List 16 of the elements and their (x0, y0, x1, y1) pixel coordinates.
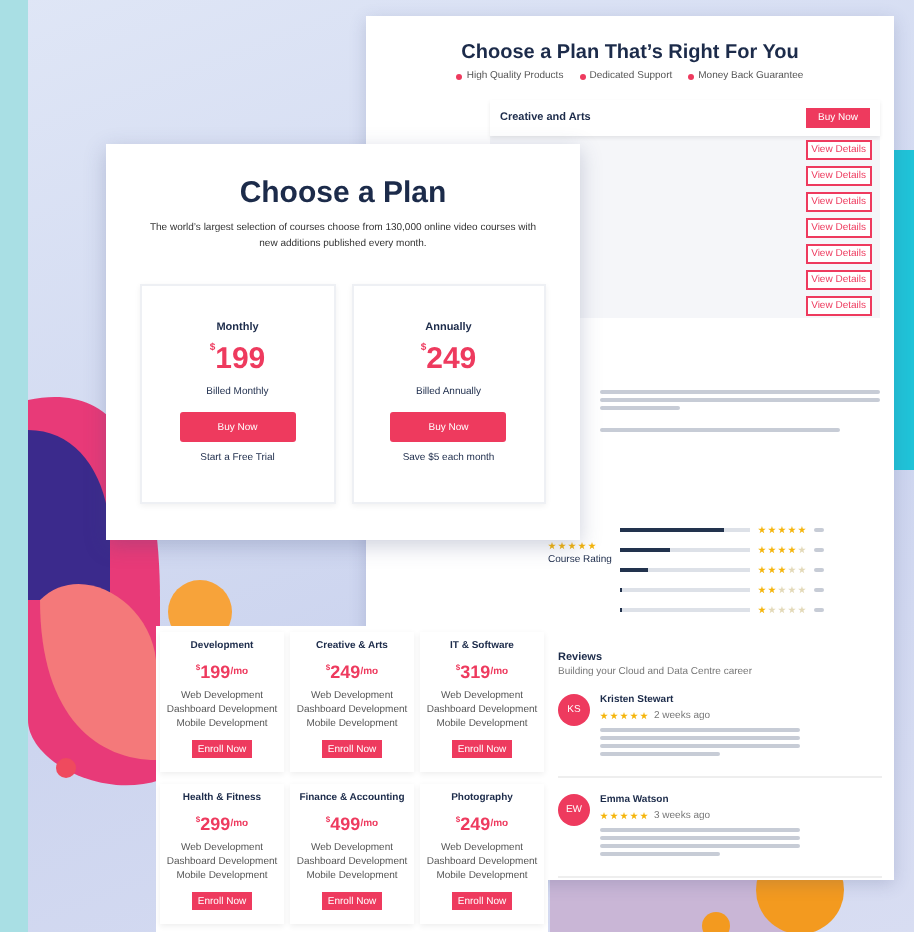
plan-price: 249 (426, 342, 477, 376)
blurred-text-line (600, 406, 680, 410)
plan-price: 199 (215, 342, 266, 376)
blurred-text-line (600, 852, 720, 856)
page-title: Choose a Plan That’s Right For You (459, 42, 801, 64)
course-price: 499 (330, 814, 361, 834)
course-price: 249 (460, 814, 491, 834)
blurred-text-line (600, 752, 720, 756)
course-price: 199 (200, 662, 231, 682)
plan-heading: Choose a Plan (237, 176, 449, 210)
course-price: 249 (330, 662, 361, 682)
bullet-dot-icon (688, 73, 695, 79)
bullet-dot-icon (456, 73, 463, 79)
bullet-dot-icon (579, 73, 586, 79)
course-price: 319 (460, 662, 491, 682)
course-price: 299 (200, 814, 231, 834)
